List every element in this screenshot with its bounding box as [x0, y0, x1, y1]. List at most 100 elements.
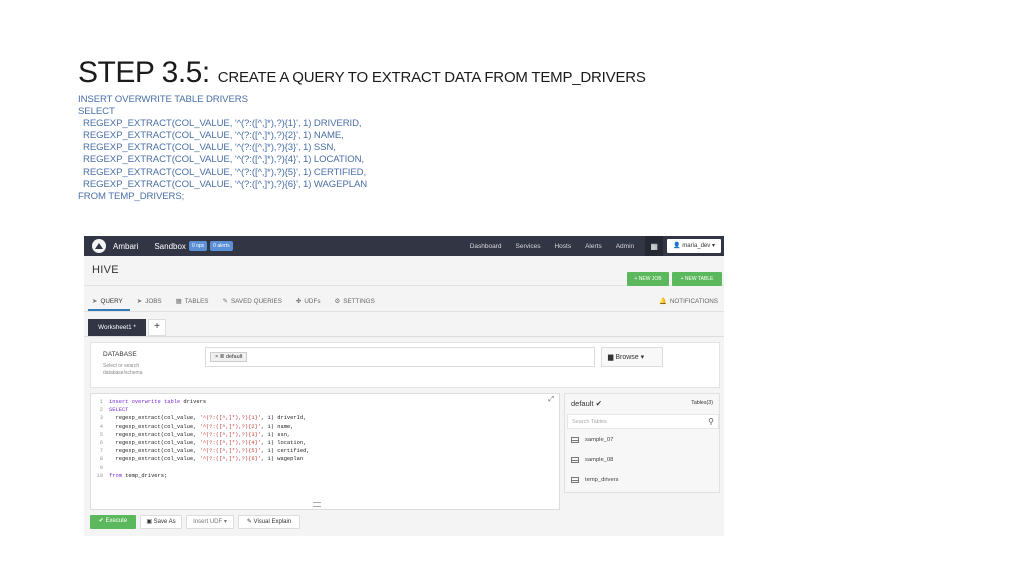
check-icon: ✔ [98, 518, 104, 524]
line-number: 1 [99, 399, 103, 405]
code-text: , 1) driverId, [261, 415, 307, 422]
tables-sidebar: default ✔ Tables(3) Search Tables ⚲ samp… [564, 393, 720, 493]
add-worksheet-button[interactable]: + [148, 319, 166, 336]
browse-button[interactable]: ▆ Browse ▾ [601, 347, 663, 367]
code-line[interactable]: 2 SELECT [93, 406, 310, 414]
table-item-sample-08[interactable]: sample_08 [571, 457, 613, 463]
code-line[interactable]: 6 regexp_extract(col_value, '^(?:([^,]*)… [93, 439, 310, 447]
notifications-label: NOTIFICATIONS [669, 297, 718, 305]
database-icon: ≣ [219, 354, 225, 360]
tab-jobs[interactable]: ➤ JOBS [137, 297, 162, 306]
tab-saved-queries[interactable]: ✎ SAVED QUERIES [222, 297, 282, 306]
code-text: regexp_extract(col_value, [109, 439, 200, 446]
code-line[interactable]: 5 regexp_extract(col_value, '^(?:([^,]*)… [93, 431, 310, 439]
nav-hosts[interactable]: Hosts [554, 243, 571, 250]
query-code[interactable]: 1 insert overwrite table drivers 2 SELECT 3 … [93, 398, 310, 480]
tab-tables[interactable]: ▦ TABLES [176, 297, 209, 306]
search-tables-input[interactable]: Search Tables ⚲ [567, 414, 719, 429]
code-line[interactable]: 9 [93, 464, 310, 472]
execute-button[interactable]: ✔ Execute [90, 515, 136, 529]
code-string: '^(?:([^,]*),?){2}' [199, 423, 262, 430]
user-menu[interactable]: 👤 maria_dev ▾ [667, 239, 721, 253]
search-tables-placeholder: Search Tables [572, 419, 607, 425]
caret-down-icon: ▾ [223, 519, 227, 525]
puzzle-icon: ✤ [295, 298, 302, 305]
hive-view-screenshot: Ambari Sandbox 0 ops 0 alerts Dashboard … [84, 236, 724, 536]
caret-down-icon: ▾ [640, 354, 645, 361]
line-number: 8 [99, 456, 103, 463]
worksheet-tab[interactable]: Worksheet1 * [88, 319, 146, 336]
code-line[interactable]: 10 from temp_drivers; [93, 472, 310, 480]
editor-resize-handle[interactable] [313, 502, 321, 507]
ambari-top-bar: Ambari Sandbox 0 ops 0 alerts Dashboard … [84, 236, 724, 256]
code-text: , 1) ssn, [261, 431, 291, 438]
code-line[interactable]: 3 regexp_extract(col_value, '^(?:([^,]*)… [93, 414, 310, 422]
code-string: '^(?:([^,]*),?){3}' [199, 431, 262, 438]
ops-badge[interactable]: 0 ops [188, 241, 208, 251]
gear-icon: ⚙ [334, 298, 341, 305]
nav-admin[interactable]: Admin [616, 243, 634, 250]
line-number: 6 [99, 439, 103, 446]
top-nav: Dashboard Services Hosts Alerts Admin ▦ … [463, 236, 724, 256]
nav-services[interactable]: Services [516, 243, 541, 250]
database-select[interactable]: × ≣ default [205, 347, 595, 367]
tab-udfs[interactable]: ✤ UDFs [295, 297, 321, 306]
code-line[interactable]: 4 regexp_extract(col_value, '^(?:([^,]*)… [93, 423, 310, 431]
code-text: regexp_extract(col_value, [109, 423, 200, 430]
table-item-sample-07[interactable]: sample_07 [571, 437, 613, 443]
search-icon[interactable]: ⚲ [708, 415, 714, 429]
hive-tabs: ➤ QUERY ➤ JOBS ▦ TABLES ✎ SAVED QUERIES ✤ UDF… [84, 292, 724, 310]
database-chip-label: default [225, 354, 243, 360]
table-item-temp-drivers[interactable]: temp_drivers [571, 477, 619, 483]
code-line[interactable]: 1 insert overwrite table drivers [93, 398, 310, 406]
visual-explain-label: Visual Explain [253, 519, 292, 525]
nav-alerts[interactable]: Alerts [585, 243, 602, 250]
tab-settings-label: SETTINGS [343, 297, 375, 305]
new-job-button[interactable]: + NEW JOB [627, 272, 669, 286]
code-string: '^(?:([^,]*),?){1}' [199, 415, 262, 422]
code-line[interactable]: 7 regexp_extract(col_value, '^(?:([^,]*)… [93, 447, 310, 455]
slide-title-subtitle: CREATE A QUERY TO EXTRACT DATA FROM TEMP… [217, 69, 646, 86]
alerts-badge[interactable]: 0 alerts [210, 241, 233, 251]
view-title: HIVE [92, 264, 119, 276]
sidebar-db-selector[interactable]: default ✔ [571, 399, 602, 408]
ambari-logo-icon[interactable] [92, 239, 106, 253]
caret-down-icon: ▾ [711, 243, 715, 249]
tag-icon: ✎ [222, 298, 228, 305]
sql-line: REGEXP_EXTRACT(COL_VALUE, '^(?:([^,]*),?… [83, 130, 344, 142]
tab-udfs-label: UDFs [304, 297, 321, 305]
views-grid-icon[interactable]: ▦ [645, 236, 664, 256]
code-keyword: from [109, 472, 122, 479]
expand-icon[interactable]: ⤢ [548, 396, 554, 404]
tab-saved-queries-label: SAVED QUERIES [230, 297, 282, 305]
code-text: , 1) location, [261, 439, 307, 446]
code-line[interactable]: 8 regexp_extract(col_value, '^(?:([^,]*)… [93, 455, 310, 463]
remove-icon[interactable]: × [215, 354, 218, 360]
new-table-button[interactable]: + NEW TABLE [672, 272, 722, 286]
sql-line: REGEXP_EXTRACT(COL_VALUE, '^(?:([^,]*),?… [83, 118, 362, 130]
line-number: 7 [99, 448, 103, 455]
database-label: DATABASE [103, 351, 137, 358]
code-string: '^(?:([^,]*),?){4}' [199, 439, 262, 446]
sql-line: REGEXP_EXTRACT(COL_VALUE, '^(?:([^,]*),?… [83, 166, 367, 178]
database-chip[interactable]: × ≣ default [210, 352, 248, 362]
table-name: sample_08 [585, 457, 614, 463]
database-hint: Select or search database/schema [103, 363, 143, 376]
insert-udf-button[interactable]: Insert UDF ▾ [186, 515, 234, 529]
cluster-name[interactable]: Sandbox [154, 242, 186, 251]
folder-icon: ▆ [608, 354, 614, 361]
table-name: sample_07 [585, 437, 614, 443]
save-as-button[interactable]: ▣ Save As [140, 515, 182, 529]
query-editor[interactable]: ⤢ 1 insert overwrite table drivers 2 SELECT… [90, 393, 560, 510]
nav-dashboard[interactable]: Dashboard [470, 243, 502, 250]
code-string: '^(?:([^,]*),?){5}' [199, 448, 262, 455]
brand-name[interactable]: Ambari [113, 242, 138, 251]
notifications-button[interactable]: 🔔 NOTIFICATIONS [659, 297, 718, 306]
visual-explain-button[interactable]: ✎ Visual Explain [238, 515, 300, 529]
table-icon [571, 477, 579, 483]
tab-query[interactable]: ➤ QUERY [92, 297, 123, 306]
tab-settings[interactable]: ⚙ SETTINGS [334, 297, 375, 306]
code-keyword: insert overwrite table [109, 399, 181, 405]
save-icon: ▣ [146, 519, 152, 525]
table-icon [571, 437, 579, 443]
